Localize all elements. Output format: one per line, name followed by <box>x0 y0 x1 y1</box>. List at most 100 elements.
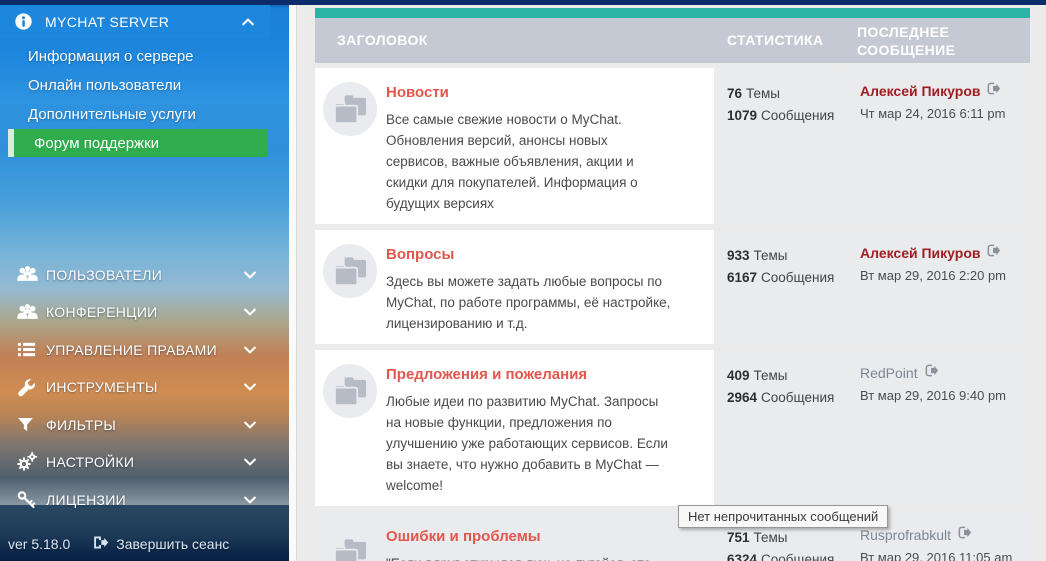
messages-label: Сообщения <box>761 270 835 285</box>
forum-cell-last-message: Алексей Пикуров Вт мар 29, 2016 2:20 pm <box>848 230 1030 344</box>
sidebar-section-2[interactable]: УПРАВЛЕНИЕ ПРАВАМИ <box>0 331 270 369</box>
topics-label: Темы <box>753 530 788 545</box>
chevron-down-icon <box>242 304 258 320</box>
sidebar-item-0[interactable]: Информация о сервере <box>0 42 270 71</box>
chevron-down-icon <box>242 417 258 433</box>
sidebar-menu: Информация о сервере Онлайн пользователи… <box>0 42 270 157</box>
topics-label: Темы <box>746 86 781 101</box>
forum-topic-title[interactable]: Вопросы <box>386 246 672 263</box>
folder-icon <box>323 526 377 561</box>
forum-rows: Новости Все самые свежие новости о MyCha… <box>315 68 1030 561</box>
sidebar-section-label: ЛИЦЕНЗИИ <box>46 491 127 508</box>
sidebar-header-label: MYCHAT SERVER <box>45 13 170 30</box>
sidebar-section-label: КОНФЕРЕНЦИИ <box>46 304 158 321</box>
sidebar-item-2[interactable]: Дополнительные услуги <box>0 100 270 129</box>
sidebar-section-4[interactable]: ФИЛЬТРЫ <box>0 406 270 444</box>
sidebar-section-label: НАСТРОЙКИ <box>46 454 135 471</box>
sidebar-item-3-active[interactable]: Форум поддержки <box>8 129 268 157</box>
goto-last-post-icon[interactable] <box>986 243 1001 263</box>
chevron-down-icon <box>242 492 258 508</box>
sidebar-section-0[interactable]: ПОЛЬЗОВАТЕЛИ <box>0 256 270 294</box>
sidebar-item-1[interactable]: Онлайн пользователи <box>0 71 270 100</box>
topics-count: 76 <box>727 86 743 101</box>
chevron-down-icon <box>242 267 258 283</box>
forum-table-header: ЗАГОЛОВОК СТАТИСТИКА ПОСЛЕДНЕЕ СООБЩЕНИЕ <box>315 18 1030 63</box>
messages-count: 6167 <box>727 270 758 285</box>
sidebar-section-label: УПРАВЛЕНИЕ ПРАВАМИ <box>46 341 217 358</box>
forum-cell-stats: 76 Темы 1079 Сообщения <box>717 68 845 224</box>
topics-label: Темы <box>753 248 788 263</box>
last-post-date: Чт мар 24, 2016 6:11 pm <box>860 106 1006 121</box>
settings-gears-icon <box>16 451 46 473</box>
folder-icon <box>323 244 377 298</box>
sidebar-section-label: ФИЛЬТРЫ <box>46 416 117 433</box>
forum-panel: ЗАГОЛОВОК СТАТИСТИКА ПОСЛЕДНЕЕ СООБЩЕНИЕ <box>315 8 1030 561</box>
forum-topic-title[interactable]: Предложения и пожелания <box>386 366 672 383</box>
forum-row: Новости Все самые свежие новости о MyCha… <box>315 68 1030 224</box>
forum-cell-last-message: RedPoint Вт мар 29, 2016 9:40 pm <box>848 350 1030 506</box>
messages-count: 6324 <box>727 552 758 561</box>
last-post-author[interactable]: RedPoint <box>860 365 918 381</box>
info-icon <box>14 12 33 31</box>
forum-row: Ошибки и проблемы "Если вдруг открылся л… <box>315 512 1030 561</box>
sidebar-section-6[interactable]: ЛИЦЕНЗИИ <box>0 481 270 519</box>
folder-icon <box>323 364 377 418</box>
messages-count: 2964 <box>727 390 758 405</box>
tooltip-no-unread: Нет непрочитанных сообщений <box>678 505 889 528</box>
users-icon <box>16 264 46 285</box>
topics-count: 409 <box>727 368 750 383</box>
sidebar-item-label: Форум поддержки <box>34 134 160 152</box>
forum-row: Предложения и пожелания Любые идеи по ра… <box>315 350 1030 506</box>
goto-last-post-icon[interactable] <box>924 363 939 383</box>
licenses-key-icon <box>16 489 46 510</box>
column-header-last-message: ПОСЛЕДНЕЕ СООБЩЕНИЕ <box>857 24 956 58</box>
forum-cell-title: Предложения и пожелания Любые идеи по ра… <box>315 350 714 506</box>
version-label: ver 5.18.0 <box>8 536 71 552</box>
last-post-author[interactable]: Алексей Пикуров <box>860 83 980 99</box>
messages-label: Сообщения <box>761 390 835 405</box>
forum-topic-title[interactable]: Ошибки и проблемы <box>386 528 672 545</box>
folder-icon <box>323 82 377 136</box>
last-post-date: Вт мар 29, 2016 2:20 pm <box>860 268 1007 283</box>
forum-topic-description: "Если вдруг открылся люк, не пугайся, эт… <box>386 553 672 561</box>
messages-label: Сообщения <box>761 108 835 123</box>
logout-icon <box>92 534 109 554</box>
goto-last-post-icon[interactable] <box>957 525 972 545</box>
forum-cell-title: Ошибки и проблемы "Если вдруг открылся л… <box>315 512 714 561</box>
last-post-author[interactable]: Алексей Пикуров <box>860 245 980 261</box>
chevron-down-icon <box>242 454 258 470</box>
conferences-icon <box>16 302 46 323</box>
logout-button[interactable]: Завершить сеанс <box>92 534 229 554</box>
sidebar-footer: ver 5.18.0 Завершить сеанс <box>8 534 282 554</box>
chevron-down-icon <box>242 379 258 395</box>
sidebar-splitter[interactable] <box>289 5 297 561</box>
messages-label: Сообщения <box>761 552 835 561</box>
sidebar-header-mychat-server[interactable]: MYCHAT SERVER <box>0 5 270 38</box>
column-header-title: ЗАГОЛОВОК <box>337 32 428 48</box>
sidebar-section-5[interactable]: НАСТРОЙКИ <box>0 444 270 482</box>
messages-count: 1079 <box>727 108 758 123</box>
forum-topic-description: Все самые свежие новости о MyChat. Обнов… <box>386 112 638 211</box>
sidebar-item-label: Дополнительные услуги <box>28 106 196 123</box>
forum-topic-description: Любые идеи по развитию MyChat. Запросы н… <box>386 394 668 493</box>
forum-cell-last-message: Алексей Пикуров Чт мар 24, 2016 6:11 pm <box>848 68 1030 224</box>
topics-count: 933 <box>727 248 750 263</box>
column-header-stats: СТАТИСТИКА <box>727 32 824 48</box>
sidebar-section-label: ИНСТРУМЕНТЫ <box>46 379 158 396</box>
sidebar-section-1[interactable]: КОНФЕРЕНЦИИ <box>0 294 270 332</box>
mychat-admin-window: MYCHAT SERVER Информация о сервере Онлай… <box>0 0 1046 561</box>
logout-label: Завершить сеанс <box>116 536 230 552</box>
last-post-author[interactable]: Rusprofrabkult <box>860 527 951 543</box>
forum-topic-description: Здесь вы можете задать любые вопросы по … <box>386 274 671 331</box>
sidebar-section-3[interactable]: ИНСТРУМЕНТЫ <box>0 369 270 407</box>
sidebar-item-label: Информация о сервере <box>28 48 194 65</box>
goto-last-post-icon[interactable] <box>986 81 1001 101</box>
topics-count: 751 <box>727 530 750 545</box>
topics-label: Темы <box>753 368 788 383</box>
sidebar-sections: ПОЛЬЗОВАТЕЛИ КОНФЕРЕНЦИИ УПРАВЛЕНИЕ ПРАВ… <box>0 256 270 519</box>
forum-row: Вопросы Здесь вы можете задать любые воп… <box>315 230 1030 344</box>
chevron-up-icon <box>240 14 256 30</box>
forum-cell-title: Вопросы Здесь вы можете задать любые воп… <box>315 230 714 344</box>
top-navy-bar <box>0 0 1046 5</box>
forum-topic-title[interactable]: Новости <box>386 84 672 101</box>
